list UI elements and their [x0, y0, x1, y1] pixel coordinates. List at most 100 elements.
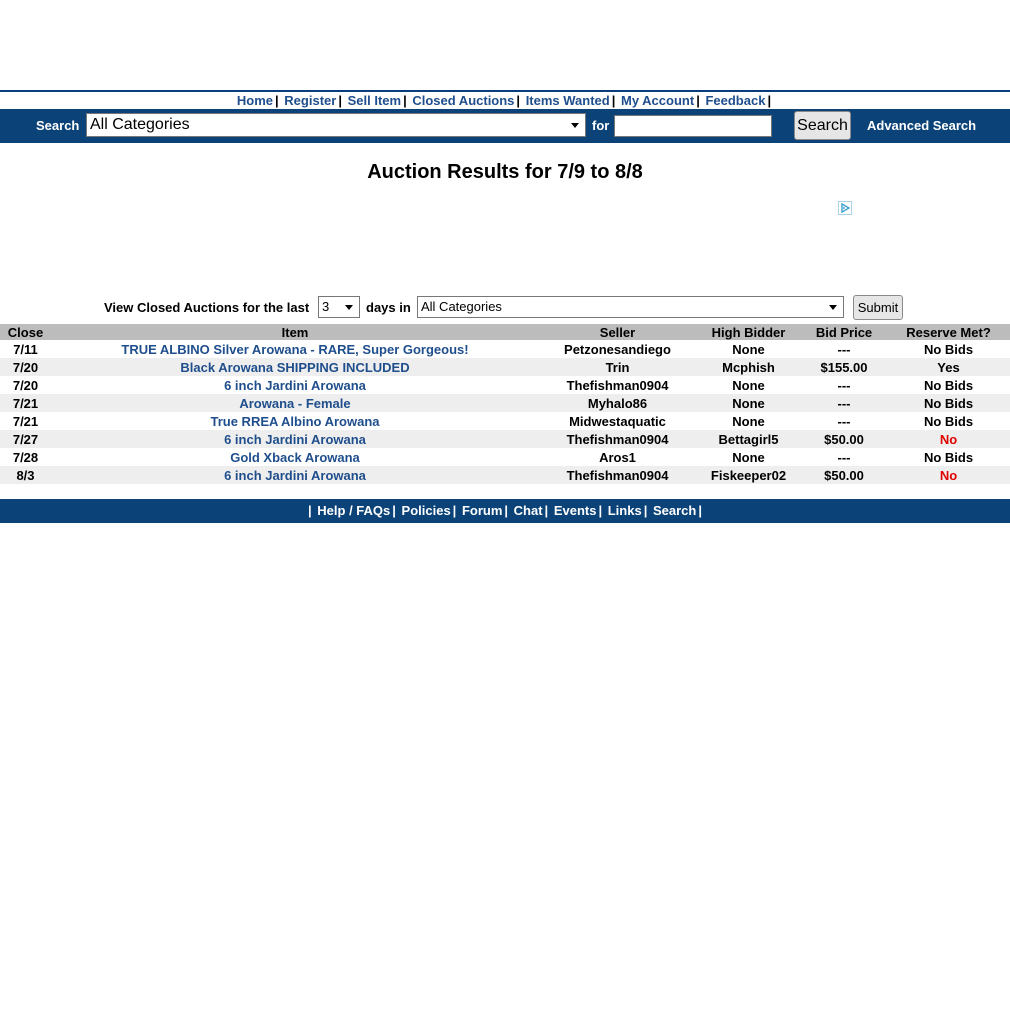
search-input[interactable] — [614, 115, 772, 137]
reserve-status: No Bids — [923, 449, 974, 465]
nav-home-link[interactable]: Home — [237, 93, 273, 108]
search-for-label: for — [592, 118, 610, 133]
close-date: 7/21 — [0, 394, 51, 412]
table-row: 7/28 Gold Xback Arowana Aros1 None --- N… — [0, 448, 1010, 466]
close-date: 7/20 — [12, 377, 39, 393]
table-row: 7/20 6 inch Jardini Arowana Thefishman09… — [0, 376, 1010, 394]
seller-name: Thefishman0904 — [539, 466, 696, 484]
results-table: Close Item Seller High Bidder Bid Price … — [0, 324, 1010, 484]
close-date: 7/28 — [12, 449, 39, 465]
nav-sell-item-link[interactable]: Sell Item — [348, 93, 401, 108]
col-header-reserve-met: Reserve Met? — [887, 324, 1010, 340]
reserve-status: No — [887, 430, 1010, 448]
bid-price: --- — [837, 413, 851, 429]
table-row: 7/27 6 inch Jardini Arowana Thefishman09… — [0, 430, 1010, 448]
footer-help-faqs-link[interactable]: Help / FAQs — [317, 503, 390, 518]
nav-register-link[interactable]: Register — [284, 93, 336, 108]
seller-name: Trin — [539, 358, 696, 376]
closed-auctions-filter: View Closed Auctions for the last 3 days… — [0, 295, 1010, 321]
item-link[interactable]: Black Arowana SHIPPING INCLUDED — [180, 360, 409, 375]
high-bidder: Fiskeeper02 — [696, 466, 801, 484]
table-row: 7/21 True RREA Albino Arowana Midwestaqu… — [0, 412, 1010, 430]
reserve-status: No Bids — [887, 394, 1010, 412]
seller-name: Thefishman0904 — [566, 377, 669, 393]
close-date: 7/21 — [12, 413, 39, 429]
table-row: 7/20 Black Arowana SHIPPING INCLUDED Tri… — [0, 358, 1010, 376]
close-date: 8/3 — [0, 466, 51, 484]
footer-links-link[interactable]: Links — [608, 503, 642, 518]
item-link[interactable]: 6 inch Jardini Arowana — [224, 378, 366, 393]
high-bidder: None — [732, 413, 765, 429]
search-label: Search — [36, 118, 80, 133]
table-header-row: Close Item Seller High Bidder Bid Price … — [0, 324, 1010, 340]
col-header-item: Item — [51, 324, 539, 340]
high-bidder: None — [732, 449, 765, 465]
item-link[interactable]: 6 inch Jardini Arowana — [224, 432, 366, 447]
bid-price: --- — [837, 341, 851, 357]
table-row: 8/3 6 inch Jardini Arowana Thefishman090… — [0, 466, 1010, 484]
top-divider — [0, 90, 1010, 92]
footer-events-link[interactable]: Events — [554, 503, 597, 518]
high-bidder: Bettagirl5 — [696, 430, 801, 448]
reserve-status: No Bids — [923, 341, 974, 357]
filter-category-select[interactable]: All Categories — [417, 296, 844, 318]
bid-price: $50.00 — [801, 466, 887, 484]
search-button[interactable]: Search — [794, 111, 851, 140]
nav-items-wanted-link[interactable]: Items Wanted — [526, 93, 610, 108]
top-nav: Home | Register | Sell Item | Closed Auctio… — [236, 93, 772, 108]
reserve-status: No Bids — [923, 413, 974, 429]
item-link[interactable]: TRUE ALBINO Silver Arowana - RARE, Super… — [121, 342, 468, 357]
search-category-select[interactable]: All Categories — [86, 113, 586, 137]
reserve-status: Yes — [887, 358, 1010, 376]
bid-price: --- — [801, 394, 887, 412]
seller-name: Thefishman0904 — [539, 430, 696, 448]
seller-name: Myhalo86 — [539, 394, 696, 412]
close-date: 7/11 — [13, 341, 38, 357]
search-bar: Search All Categories for Search Advance… — [0, 109, 1010, 143]
close-date: 7/20 — [0, 358, 51, 376]
footer-nav: | Help / FAQs | Policies | Forum | Chat | Ev… — [0, 499, 1010, 523]
footer-chat-link[interactable]: Chat — [514, 503, 543, 518]
filter-prefix-label: View Closed Auctions for the last — [104, 300, 310, 315]
item-link[interactable]: Arowana - Female — [239, 396, 350, 411]
advanced-search-link[interactable]: Advanced Search — [867, 118, 976, 133]
bid-price: --- — [837, 377, 851, 393]
seller-name: Midwestaquatic — [569, 413, 666, 429]
table-row: 7/21 Arowana - Female Myhalo86 None --- … — [0, 394, 1010, 412]
nav-feedback-link[interactable]: Feedback — [705, 93, 765, 108]
filter-middle-label: days in — [366, 300, 411, 315]
item-link[interactable]: True RREA Albino Arowana — [210, 414, 379, 429]
ad-choices-icon[interactable] — [838, 201, 852, 215]
footer-forum-link[interactable]: Forum — [462, 503, 502, 518]
table-row: 7/11 TRUE ALBINO Silver Arowana - RARE, … — [0, 340, 1010, 358]
close-date: 7/27 — [0, 430, 51, 448]
filter-category-value: All Categories — [421, 299, 502, 314]
col-header-bid-price: Bid Price — [801, 324, 887, 340]
col-header-close: Close — [0, 324, 51, 340]
col-header-high-bidder: High Bidder — [696, 324, 801, 340]
high-bidder: Mcphish — [696, 358, 801, 376]
reserve-status: No — [887, 466, 1010, 484]
chevron-down-icon — [345, 305, 353, 310]
nav-closed-auctions-link[interactable]: Closed Auctions — [412, 93, 514, 108]
search-category-value: All Categories — [90, 116, 190, 133]
bid-price: $50.00 — [801, 430, 887, 448]
high-bidder: None — [732, 341, 765, 357]
footer-policies-link[interactable]: Policies — [402, 503, 451, 518]
days-value: 3 — [322, 299, 330, 314]
submit-button[interactable]: Submit — [853, 295, 903, 320]
days-select[interactable]: 3 — [318, 296, 360, 318]
item-link[interactable]: 6 inch Jardini Arowana — [224, 468, 366, 483]
item-link[interactable]: Gold Xback Arowana — [230, 450, 360, 465]
seller-name: Petzonesandiego — [564, 341, 671, 357]
footer-search-link[interactable]: Search — [653, 503, 696, 518]
col-header-seller: Seller — [539, 324, 696, 340]
bid-price: --- — [837, 449, 851, 465]
chevron-down-icon — [571, 123, 579, 128]
nav-my-account-link[interactable]: My Account — [621, 93, 694, 108]
high-bidder: None — [696, 394, 801, 412]
chevron-down-icon — [829, 305, 837, 310]
seller-name: Aros1 — [599, 449, 636, 465]
high-bidder: None — [732, 377, 765, 393]
reserve-status: No Bids — [923, 377, 974, 393]
